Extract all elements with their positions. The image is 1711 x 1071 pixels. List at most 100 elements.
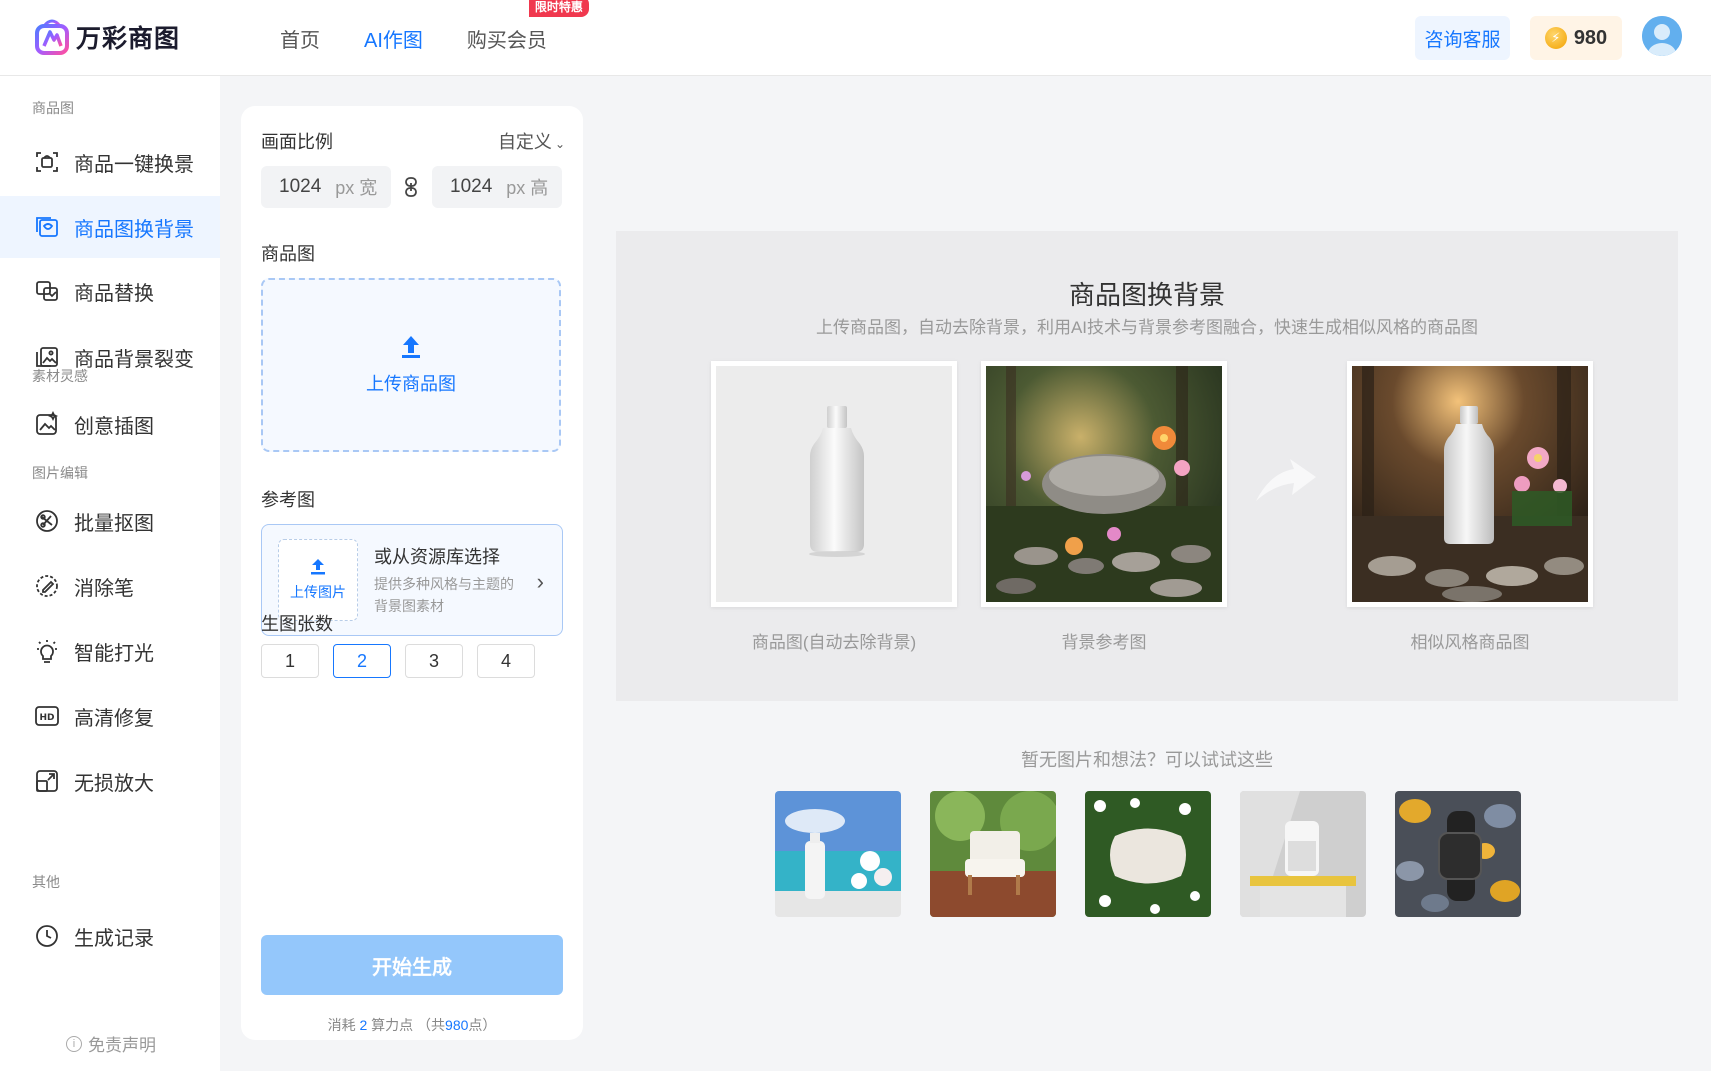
sidebar-item-label: 消除笔 bbox=[74, 577, 134, 600]
sidebar-item-label: 智能打光 bbox=[74, 642, 154, 665]
avatar[interactable] bbox=[1642, 16, 1682, 56]
sidebar-item-label: 商品图换背景 bbox=[74, 218, 194, 241]
coin-icon: ⚡ bbox=[1544, 27, 1567, 49]
demo-result-image bbox=[1347, 361, 1593, 607]
sample-smartwatch[interactable] bbox=[1395, 791, 1521, 917]
sidebar-item-one-click-scene[interactable]: 商品一键换景 bbox=[0, 131, 220, 193]
sidebar-item-label: 高清修复 bbox=[74, 707, 154, 730]
count-option-2[interactable]: 2 bbox=[333, 644, 391, 678]
height-input[interactable]: 1024 px 高 bbox=[432, 166, 562, 208]
consult-button[interactable]: 咨询客服 bbox=[1415, 16, 1510, 60]
caption-result: 相似风格商品图 bbox=[1410, 633, 1530, 652]
generate-button[interactable]: 开始生成 bbox=[261, 935, 563, 995]
sidebar-item-eraser[interactable]: 消除笔 bbox=[0, 555, 220, 617]
upload-image-label: 上传图片 bbox=[290, 584, 346, 600]
sidebar-item-hd-repair[interactable]: HD 高清修复 bbox=[0, 685, 220, 747]
points-balance[interactable]: ⚡ 980 bbox=[1530, 16, 1622, 60]
section-other: 其他 bbox=[32, 874, 60, 890]
top-header: 万彩商图 首页 AI作图 购买会员 限时特惠 咨询客服 ⚡ 980 bbox=[0, 0, 1711, 76]
scan-product-icon bbox=[36, 152, 58, 172]
count-option-1[interactable]: 1 bbox=[261, 644, 319, 678]
demo-title: 商品图换背景 bbox=[1068, 280, 1225, 310]
ratio-select[interactable]: 自定义 ⌄ bbox=[498, 128, 565, 154]
disclaimer-link[interactable]: i 免责声明 bbox=[66, 1031, 156, 1056]
width-unit: px 宽 bbox=[335, 178, 378, 198]
sidebar-item-label: 商品替换 bbox=[74, 282, 154, 305]
cutout-icon bbox=[36, 510, 58, 532]
product-image-label: 商品图 bbox=[261, 244, 315, 264]
upload-icon bbox=[311, 559, 325, 575]
sidebar-item-product-replace[interactable]: 商品替换 bbox=[0, 260, 220, 322]
count-selector: 1 2 3 4 bbox=[261, 644, 549, 678]
nav-membership[interactable]: 购买会员 限时特惠 bbox=[466, 0, 589, 53]
clock-icon bbox=[36, 925, 58, 947]
upload-icon bbox=[402, 336, 420, 358]
cost-total: 980 bbox=[445, 1017, 469, 1033]
chevron-down-icon: ⌄ bbox=[554, 137, 565, 151]
eraser-icon bbox=[36, 575, 58, 597]
enlarge-icon bbox=[36, 770, 58, 792]
demo-subtitle: 上传商品图，自动去除背景，利用AI技术与背景参考图融合，快速生成相似风格的商品图 bbox=[815, 318, 1479, 337]
feature-demo: 商品图换背景 上传商品图，自动去除背景，利用AI技术与背景参考图融合，快速生成相… bbox=[616, 231, 1678, 701]
svg-text:HD: HD bbox=[39, 713, 54, 723]
width-input[interactable]: 1024 px 宽 bbox=[261, 166, 391, 208]
info-icon: i bbox=[66, 1035, 82, 1052]
sidebar-item-label: 商品背景裂变 bbox=[74, 348, 194, 371]
nav-home[interactable]: 首页 bbox=[280, 24, 320, 53]
ratio-label: 画面比例 bbox=[261, 132, 333, 152]
section-material: 素材灵感 bbox=[32, 368, 88, 384]
link-icon[interactable] bbox=[403, 176, 419, 198]
bottle-scene-image bbox=[1352, 366, 1588, 602]
sidebar-item-label: 生成记录 bbox=[74, 927, 154, 950]
reference-image-label: 参考图 bbox=[261, 490, 315, 510]
cost-mid: 算力点 （共 bbox=[371, 1017, 446, 1033]
sample-beach-bottle[interactable] bbox=[775, 791, 901, 917]
sample-garden-chair[interactable] bbox=[930, 791, 1056, 917]
caption-background: 背景参考图 bbox=[1061, 633, 1147, 652]
sidebar-item-label: 创意插图 bbox=[74, 415, 154, 438]
cost-suffix: 点） bbox=[468, 1017, 497, 1033]
bulb-icon bbox=[37, 640, 57, 663]
cost-prefix: 消耗 bbox=[327, 1017, 356, 1033]
sidebar-item-creative-illustration[interactable]: 创意插图 bbox=[0, 393, 220, 455]
demo-product-image bbox=[711, 361, 957, 607]
cost-points: 2 bbox=[359, 1017, 368, 1033]
sidebar-item-batch-cutout[interactable]: 批量抠图 bbox=[0, 490, 220, 552]
width-value: 1024 bbox=[279, 176, 322, 197]
promo-badge: 限时特惠 bbox=[528, 0, 589, 17]
section-edit: 图片编辑 bbox=[32, 465, 88, 481]
disclaimer-label: 免责声明 bbox=[88, 1036, 156, 1055]
nav-membership-label: 购买会员 bbox=[466, 29, 547, 52]
cost-info: 消耗 2 算力点 （共980点） bbox=[241, 1015, 583, 1035]
product-upload-area[interactable]: 上传商品图 bbox=[261, 278, 561, 452]
count-option-4[interactable]: 4 bbox=[477, 644, 535, 678]
settings-panel: 画面比例 自定义 ⌄ 1024 px 宽 1024 px 高 商品图 上传商品图 … bbox=[241, 106, 583, 1040]
sidebar-item-smart-lighting[interactable]: 智能打光 bbox=[0, 620, 220, 682]
demo-background-reference bbox=[981, 361, 1227, 607]
sample-air-purifier[interactable] bbox=[1240, 791, 1366, 917]
height-value: 1024 bbox=[450, 176, 493, 197]
image-replace-icon bbox=[36, 217, 58, 237]
stone-scene-image bbox=[986, 366, 1222, 602]
count-option-3[interactable]: 3 bbox=[405, 644, 463, 678]
count-label: 生图张数 bbox=[261, 614, 333, 634]
try-samples-title: 暂无图片和想法？可以试试这些 bbox=[1021, 750, 1273, 770]
sidebar-item-change-background[interactable]: 商品图换背景 bbox=[0, 196, 220, 258]
library-title: 或从资源库选择 bbox=[374, 547, 500, 567]
user-avatar-icon bbox=[1642, 16, 1682, 56]
bottle-image bbox=[716, 366, 952, 602]
sidebar-item-lossless-enlarge[interactable]: 无损放大 bbox=[0, 750, 220, 812]
reference-upload-button[interactable]: 上传图片 bbox=[278, 539, 358, 621]
nav-ai-draw[interactable]: AI作图 bbox=[364, 24, 423, 53]
height-unit: px 高 bbox=[506, 178, 549, 198]
main-nav: 首页 AI作图 购买会员 限时特惠 bbox=[280, 0, 591, 76]
sample-pillow-flowers[interactable] bbox=[1085, 791, 1211, 917]
arrow-right-icon bbox=[1256, 459, 1316, 501]
sidebar-item-history[interactable]: 生成记录 bbox=[0, 905, 220, 967]
logo[interactable]: 万彩商图 bbox=[34, 18, 180, 56]
sidebar-item-label: 商品一键换景 bbox=[74, 153, 194, 176]
creative-image-icon bbox=[36, 411, 59, 435]
points-value: 980 bbox=[1573, 26, 1608, 49]
sample-gallery bbox=[775, 791, 1550, 917]
logo-icon bbox=[35, 19, 69, 55]
